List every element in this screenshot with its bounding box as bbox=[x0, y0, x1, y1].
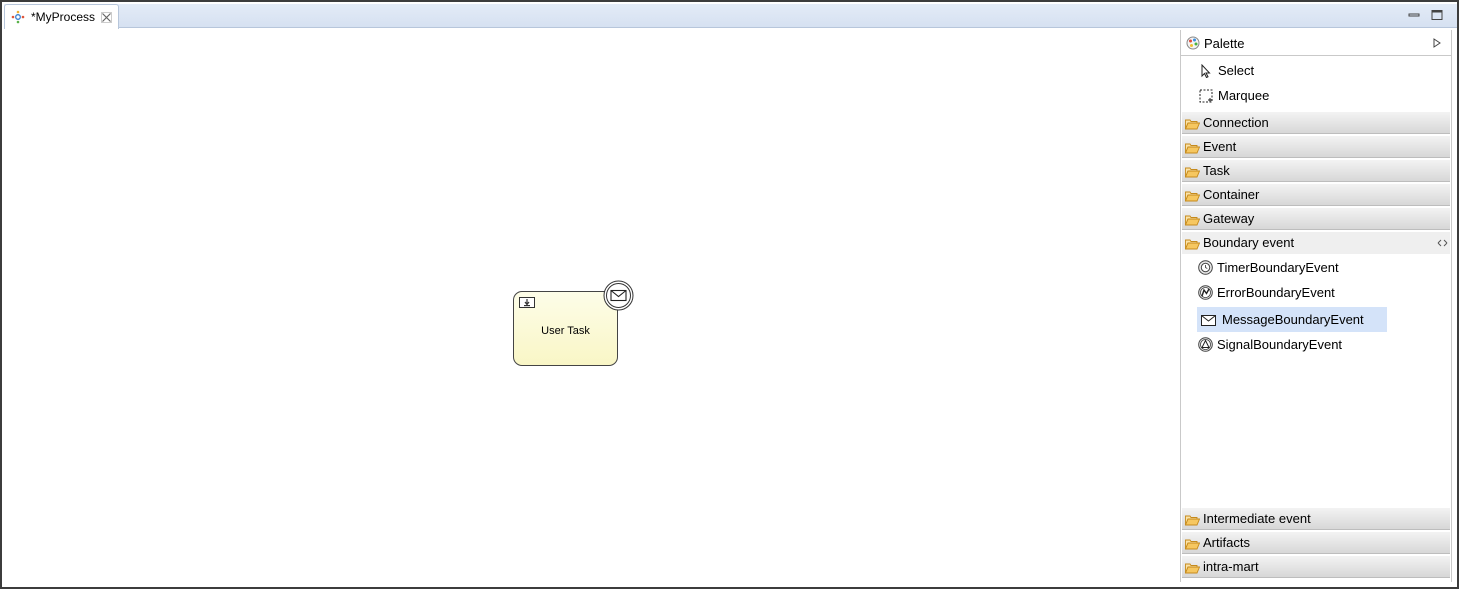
drawer-label: Intermediate event bbox=[1203, 511, 1311, 526]
marquee-icon bbox=[1199, 89, 1213, 103]
folder-icon bbox=[1185, 539, 1200, 550]
message-boundary-icon bbox=[1201, 315, 1216, 326]
minimize-icon[interactable] bbox=[1408, 9, 1420, 21]
folder-icon bbox=[1185, 215, 1200, 226]
entry-label: SignalBoundaryEvent bbox=[1217, 337, 1343, 352]
folder-icon bbox=[1185, 167, 1200, 178]
folder-icon bbox=[1185, 143, 1200, 154]
drawer-label: Connection bbox=[1203, 115, 1269, 130]
folder-icon bbox=[1185, 119, 1200, 130]
drawer-task[interactable]: Task bbox=[1182, 159, 1450, 182]
folder-icon bbox=[1185, 515, 1200, 526]
pin-open-icon[interactable] bbox=[1437, 238, 1448, 248]
signal-boundary-icon bbox=[1198, 337, 1213, 352]
diagram-canvas[interactable]: User Task bbox=[6, 30, 1179, 583]
drawer-boundary-event[interactable]: Boundary event bbox=[1182, 231, 1450, 254]
drawer-connection[interactable]: Connection bbox=[1182, 111, 1450, 134]
folder-icon bbox=[1185, 563, 1200, 574]
folder-open-icon bbox=[1185, 239, 1200, 250]
drawer-label: intra-mart bbox=[1203, 559, 1259, 574]
tab-title: *MyProcess bbox=[31, 10, 96, 24]
palette-panel: Palette Select Marquee Connection Event … bbox=[1180, 30, 1452, 582]
drawer-label: Container bbox=[1203, 187, 1260, 202]
entry-label: MessageBoundaryEvent bbox=[1222, 312, 1364, 327]
drawer-label: Event bbox=[1203, 139, 1237, 154]
folder-icon bbox=[1185, 191, 1200, 202]
drawer-event[interactable]: Event bbox=[1182, 135, 1450, 158]
marquee-tool[interactable]: Marquee bbox=[1199, 85, 1319, 107]
palette-entry-timer-boundary-event[interactable]: TimerBoundaryEvent bbox=[1197, 256, 1367, 280]
user-task-type-icon bbox=[519, 297, 535, 308]
drawer-artifacts[interactable]: Artifacts bbox=[1182, 531, 1450, 554]
timer-boundary-icon bbox=[1198, 260, 1213, 275]
entry-label: ErrorBoundaryEvent bbox=[1217, 285, 1335, 300]
collapse-palette-icon[interactable] bbox=[1433, 38, 1441, 48]
tab-myprocess[interactable]: *MyProcess bbox=[4, 4, 119, 29]
maximize-icon[interactable] bbox=[1431, 9, 1443, 21]
drawer-label: Gateway bbox=[1203, 211, 1255, 226]
palette-entry-message-boundary-event[interactable]: MessageBoundaryEvent bbox=[1197, 307, 1387, 332]
drawer-gateway[interactable]: Gateway bbox=[1182, 207, 1450, 230]
drawer-label: Boundary event bbox=[1203, 235, 1295, 250]
error-boundary-icon bbox=[1198, 285, 1213, 300]
palette-entry-signal-boundary-event[interactable]: SignalBoundaryEvent bbox=[1197, 333, 1367, 357]
palette-entry-error-boundary-event[interactable]: ErrorBoundaryEvent bbox=[1197, 281, 1367, 305]
close-icon[interactable] bbox=[101, 12, 112, 23]
editor-window: *MyProcess User Task Palette Select Marq… bbox=[0, 0, 1459, 589]
palette-header[interactable]: Palette bbox=[1181, 30, 1452, 56]
task-label: User Task bbox=[541, 325, 590, 337]
drawer-label: Task bbox=[1203, 163, 1230, 178]
palette-icon bbox=[1186, 36, 1200, 50]
entry-label: TimerBoundaryEvent bbox=[1217, 260, 1339, 275]
drawer-label: Artifacts bbox=[1203, 535, 1250, 550]
select-tool-label: Select bbox=[1218, 63, 1255, 78]
message-boundary-event-shape[interactable] bbox=[603, 280, 634, 311]
drawer-intra-mart[interactable]: intra-mart bbox=[1182, 555, 1450, 578]
select-tool[interactable]: Select bbox=[1199, 60, 1319, 82]
drawer-container[interactable]: Container bbox=[1182, 183, 1450, 206]
editor-tab-bar: *MyProcess bbox=[4, 4, 1457, 29]
palette-title: Palette bbox=[1204, 36, 1245, 51]
process-diagram-icon bbox=[11, 10, 25, 24]
drawer-intermediate-event[interactable]: Intermediate event bbox=[1182, 507, 1450, 530]
marquee-tool-label: Marquee bbox=[1218, 88, 1270, 103]
pointer-icon bbox=[1201, 64, 1211, 78]
